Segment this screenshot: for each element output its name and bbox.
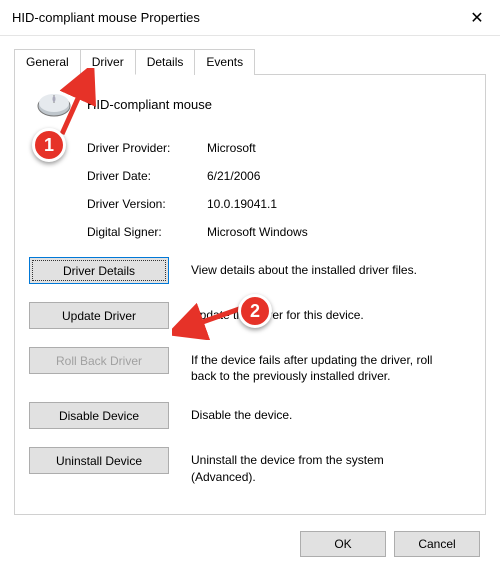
- info-row-date: Driver Date: 6/21/2006: [87, 169, 471, 183]
- info-row-version: Driver Version: 10.0.19041.1: [87, 197, 471, 211]
- tab-general[interactable]: General: [14, 49, 81, 75]
- driver-provider-value: Microsoft: [207, 141, 256, 155]
- update-driver-button[interactable]: Update Driver: [29, 302, 169, 329]
- device-header: HID-compliant mouse: [35, 89, 471, 119]
- tab-events[interactable]: Events: [194, 49, 255, 75]
- uninstall-device-button[interactable]: Uninstall Device: [29, 447, 169, 474]
- annotation-badge-1: 1: [32, 128, 66, 162]
- tab-details[interactable]: Details: [135, 49, 196, 75]
- row-driver-details: Driver Details View details about the in…: [29, 257, 471, 284]
- update-driver-desc: Update the driver for this device.: [191, 302, 364, 323]
- annotation-badge-2: 2: [238, 294, 272, 328]
- close-button[interactable]: ✕: [454, 0, 500, 36]
- close-icon: ✕: [470, 8, 483, 28]
- cancel-button[interactable]: Cancel: [394, 531, 480, 557]
- row-roll-back-driver: Roll Back Driver If the device fails aft…: [29, 347, 471, 384]
- roll-back-driver-desc: If the device fails after updating the d…: [191, 347, 441, 384]
- digital-signer-label: Digital Signer:: [87, 225, 207, 239]
- driver-details-button[interactable]: Driver Details: [29, 257, 169, 284]
- dialog-content: General Driver Details Events HID-compli…: [0, 36, 500, 515]
- driver-date-label: Driver Date:: [87, 169, 207, 183]
- tab-driver[interactable]: Driver: [80, 49, 136, 75]
- titlebar: HID-compliant mouse Properties ✕: [0, 0, 500, 36]
- window-title: HID-compliant mouse Properties: [12, 10, 200, 25]
- dialog-footer: OK Cancel: [300, 531, 480, 557]
- driver-provider-label: Driver Provider:: [87, 141, 207, 155]
- row-disable-device: Disable Device Disable the device.: [29, 402, 471, 429]
- uninstall-device-desc: Uninstall the device from the system (Ad…: [191, 447, 441, 484]
- disable-device-desc: Disable the device.: [191, 402, 292, 423]
- digital-signer-value: Microsoft Windows: [207, 225, 308, 239]
- disable-device-button[interactable]: Disable Device: [29, 402, 169, 429]
- driver-details-desc: View details about the installed driver …: [191, 257, 417, 278]
- driver-version-value: 10.0.19041.1: [207, 197, 277, 211]
- ok-button[interactable]: OK: [300, 531, 386, 557]
- mouse-icon: [35, 89, 73, 119]
- tab-strip: General Driver Details Events: [14, 48, 486, 75]
- driver-date-value: 6/21/2006: [207, 169, 260, 183]
- driver-version-label: Driver Version:: [87, 197, 207, 211]
- row-uninstall-device: Uninstall Device Uninstall the device fr…: [29, 447, 471, 484]
- roll-back-driver-button: Roll Back Driver: [29, 347, 169, 374]
- info-row-provider: Driver Provider: Microsoft: [87, 141, 471, 155]
- info-row-signer: Digital Signer: Microsoft Windows: [87, 225, 471, 239]
- device-name: HID-compliant mouse: [87, 97, 212, 112]
